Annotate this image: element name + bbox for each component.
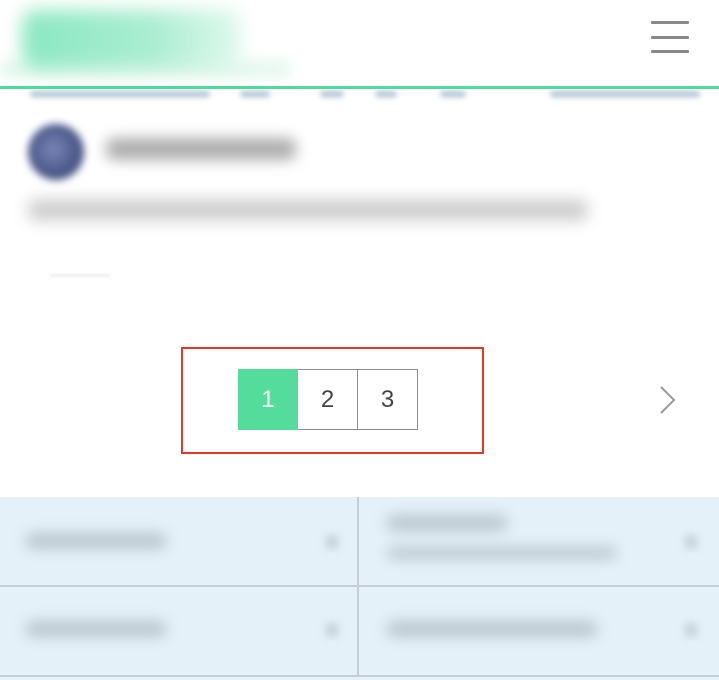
blurred-post-card [18, 110, 618, 230]
blurred-link-grid [0, 497, 719, 680]
page-button-1[interactable]: 1 [238, 369, 298, 430]
grid-link-cell[interactable] [359, 587, 719, 675]
chevron-right-icon [660, 386, 676, 414]
blurred-divider [50, 274, 110, 277]
blurred-description [28, 200, 588, 220]
blurred-username [106, 138, 296, 160]
grid-link-cell[interactable] [0, 497, 357, 585]
hamburger-menu-icon[interactable] [648, 18, 692, 56]
grid-link-cell[interactable] [0, 587, 357, 675]
avatar [28, 124, 84, 180]
blurred-subnav [0, 89, 719, 103]
next-page-button[interactable] [652, 382, 682, 418]
grid-link-cell[interactable] [359, 497, 719, 585]
pagination: 1 2 3 [238, 369, 418, 430]
site-logo[interactable] [22, 10, 242, 68]
site-header [0, 0, 719, 88]
page-button-3[interactable]: 3 [358, 369, 418, 430]
grid-divider [0, 675, 719, 677]
page-button-2[interactable]: 2 [298, 369, 358, 430]
